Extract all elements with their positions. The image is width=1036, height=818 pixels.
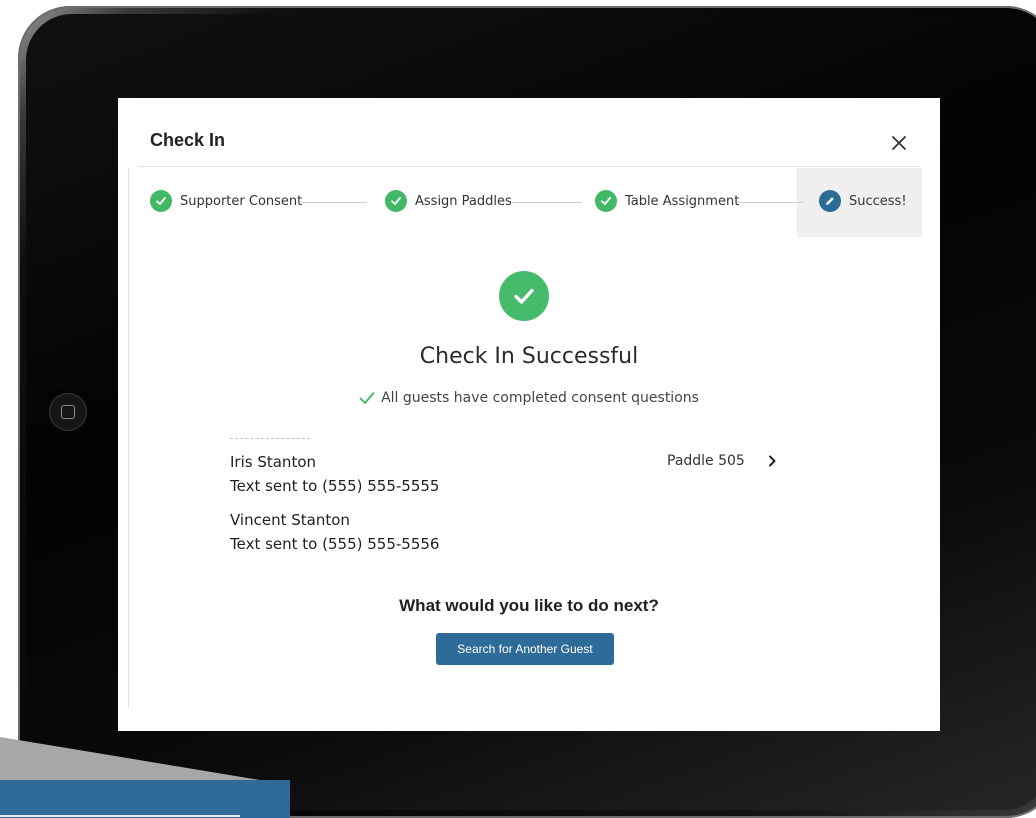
guest-text-status: Text sent to (555) 555-5556 [230,535,440,553]
check-icon [385,190,407,212]
consent-status: All guests have completed consent questi… [118,390,940,406]
search-another-guest-button[interactable]: Search for Another Guest [436,633,614,665]
check-icon [150,190,172,212]
step-label: Success! [849,193,907,209]
modal-edge [128,168,129,708]
success-title: Check In Successful [419,344,639,369]
step-assign-paddles[interactable]: Assign Paddles [385,190,512,212]
consent-message: All guests have completed consent questi… [381,390,699,406]
scrolled-content-edge [230,438,310,442]
step-label: Table Assignment [625,193,740,209]
guest-entry: Iris Stanton Text sent to (555) 555-5555 [230,450,439,498]
next-question: What would you like to do next? [399,596,659,615]
check-icon [359,392,375,404]
step-connector [301,202,367,203]
step-label: Assign Paddles [415,193,512,209]
paddle-link[interactable]: Paddle 505 [667,453,777,469]
guest-name: Iris Stanton [230,453,317,471]
check-icon [595,190,617,212]
step-table-assignment[interactable]: Table Assignment [595,190,739,212]
step-connector [512,202,582,203]
step-success[interactable]: Success! [819,190,907,212]
header-divider [138,166,920,167]
decorative-blue-bar [0,780,290,818]
guest-name: Vincent Stanton [230,511,350,529]
home-button[interactable] [49,393,87,431]
close-icon[interactable] [888,132,910,154]
paddle-label: Paddle 505 [667,453,745,469]
step-supporter-consent[interactable]: Supporter Consent [150,190,302,212]
chevron-right-icon [768,455,776,467]
success-check-icon [499,271,549,321]
step-label: Supporter Consent [180,193,303,209]
modal-title: Check In [150,130,226,150]
pencil-icon [819,190,841,212]
guest-entry: Vincent Stanton Text sent to (555) 555-5… [230,508,439,556]
guest-text-status: Text sent to (555) 555-5555 [230,477,440,495]
step-connector [736,202,804,203]
check-in-modal: Check In Supporter Consent Assign Paddle… [118,98,940,731]
